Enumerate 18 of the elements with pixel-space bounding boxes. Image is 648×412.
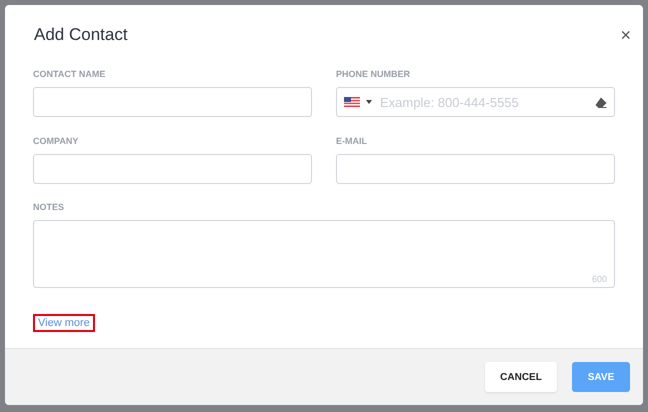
text-field[interactable]: [33, 154, 312, 184]
text-field[interactable]: [33, 87, 312, 117]
field-label: PHONE NUMBER: [336, 69, 412, 79]
field-label: NOTES: [33, 202, 66, 212]
field-label: COMPANY: [33, 136, 80, 146]
caret-icon[interactable]: [366, 100, 372, 104]
flag-icon[interactable]: [344, 97, 360, 107]
field-label: E-MAIL: [336, 136, 368, 146]
field-label: CONTACT NAME: [33, 69, 106, 79]
notes-field[interactable]: 600: [33, 220, 615, 288]
close-button[interactable]: ×: [620, 28, 631, 42]
eraser-icon[interactable]: [595, 96, 607, 108]
text-field[interactable]: [336, 154, 615, 184]
dialog-title: Add Contact: [34, 25, 128, 45]
view-more-link[interactable]: View more: [33, 314, 95, 332]
character-counter: 600: [592, 274, 607, 284]
save-button[interactable]: SAVE: [572, 362, 630, 392]
cancel-button[interactable]: CANCEL: [485, 362, 557, 392]
